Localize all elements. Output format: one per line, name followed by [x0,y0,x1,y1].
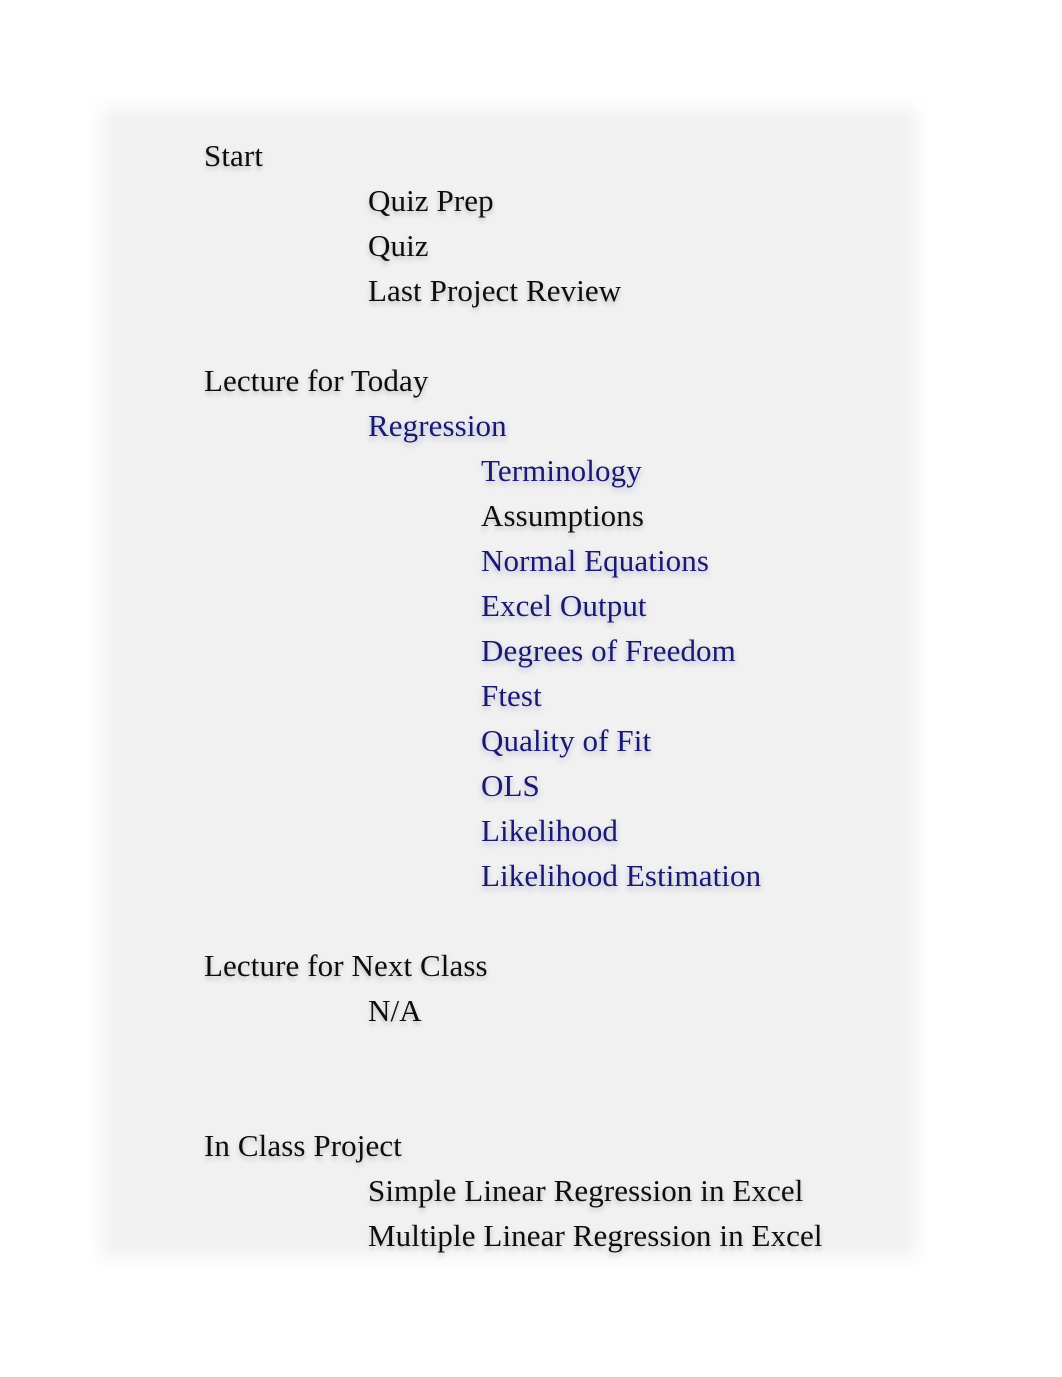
outline-link-item[interactable]: Normal Equations [204,538,904,583]
outline-link-item[interactable]: Ftest [204,673,904,718]
outline-link-item[interactable]: Likelihood Estimation [204,853,904,898]
outline-item: Assumptions [481,498,645,533]
outline-section-heading: Lecture for Next Class [204,948,488,983]
outline-item: N/A [368,993,422,1028]
outline-link-item[interactable]: Likelihood [204,808,904,853]
outline-link-item[interactable]: Degrees of Freedom [204,628,904,673]
outline-section-heading: Lecture for Today [204,363,429,398]
outline-link-item[interactable]: Excel Output [204,583,904,628]
outline-item: Simple Linear Regression in Excel [368,1173,804,1208]
document-canvas: Start Quiz Prep Quiz Last Project Review Lec… [0,0,1062,1377]
lecture-outline: Start Quiz Prep Quiz Last Project Review Lec… [204,133,904,1258]
outline-item: Quiz [368,228,429,263]
outline-link-item[interactable]: Regression [204,403,904,448]
outline-section-heading: Start [204,138,264,173]
outline-item: Multiple Linear Regression in Excel [368,1218,823,1253]
outline-item: Quiz Prep [368,183,494,218]
outline-link-item[interactable]: Quality of Fit [204,718,904,763]
outline-link-item[interactable]: Terminology [204,448,904,493]
outline-link-item[interactable]: OLS [204,763,904,808]
outline-section-heading: In Class Project [204,1128,402,1163]
outline-item: Last Project Review [368,273,622,308]
